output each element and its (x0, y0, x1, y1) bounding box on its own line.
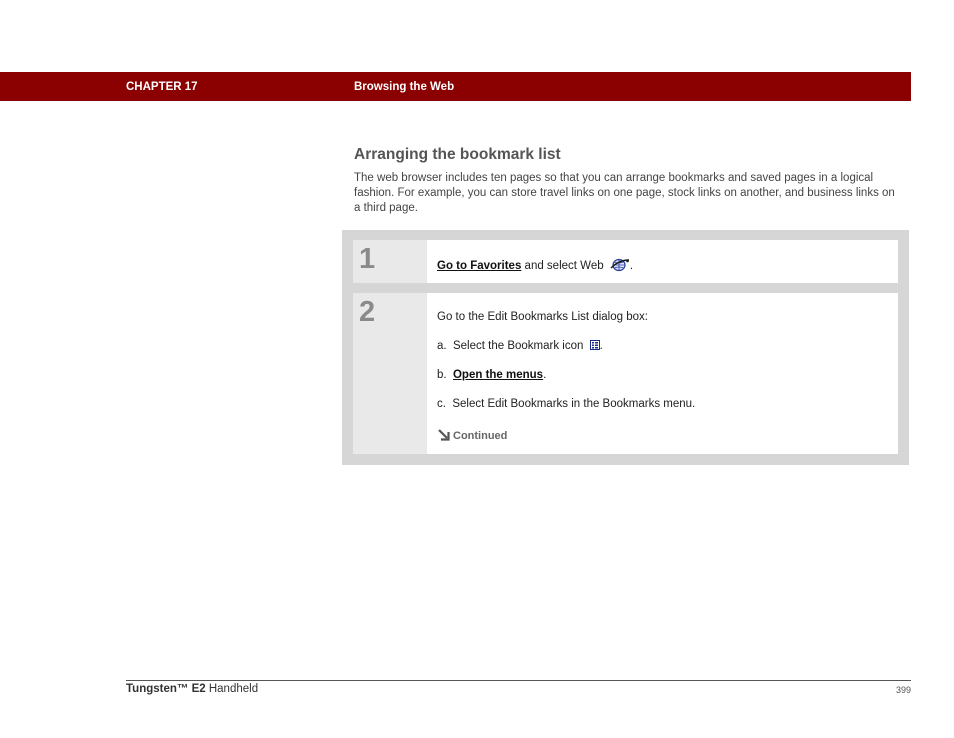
open-the-menus-link[interactable]: Open the menus (453, 369, 543, 381)
bookmark-icon (589, 340, 600, 350)
substep-a-period: . (599, 340, 603, 352)
continued-label: Continued (453, 430, 508, 442)
step-number: 2 (359, 296, 376, 328)
step-number-box: 1 (353, 240, 427, 283)
step-body: Go to the Edit Bookmarks List dialog box… (427, 293, 898, 454)
web-browser-icon (610, 258, 629, 272)
footer-product-bold: Tungsten™ E2 (126, 683, 206, 695)
substep-a-text: Select the Bookmark icon (452, 340, 584, 352)
step-2-intro: Go to the Edit Bookmarks List dialog box… (437, 311, 648, 323)
continued-indicator: Continued (437, 429, 507, 442)
section-intro: The web browser includes ten pages so th… (354, 172, 895, 214)
step-number-box: 2 (353, 293, 427, 454)
substep-marker: a. (437, 340, 447, 352)
substep-b: b. Open the menus. (437, 369, 546, 381)
arrow-down-right-icon (438, 429, 450, 441)
step-body: Go to Favorites and select Web . (427, 240, 898, 283)
substep-b-period: . (543, 369, 547, 381)
step-number: 1 (359, 243, 376, 275)
footer-product-name: Tungsten™ E2 Handheld (126, 683, 258, 695)
step-1: 1 Go to Favorites and select Web . (353, 240, 898, 283)
go-to-favorites-link[interactable]: Go to Favorites (437, 260, 521, 272)
step-2: 2 Go to the Edit Bookmarks List dialog b… (353, 293, 898, 454)
substep-c-text: Select Edit Bookmarks in the Bookmarks m… (452, 398, 696, 410)
steps-panel: 1 Go to Favorites and select Web . 2 Go … (342, 230, 909, 465)
step-1-instruction: Go to Favorites and select Web . (437, 258, 633, 272)
substep-marker: c. (437, 398, 446, 410)
footer-product-rest: Handheld (205, 683, 259, 695)
footer-rule (126, 680, 911, 681)
section-title: Arranging the bookmark list (354, 146, 561, 163)
substep-marker: b. (437, 369, 447, 381)
step-1-text: and select Web (521, 260, 604, 272)
substep-a: a. Select the Bookmark icon . (437, 340, 603, 352)
step-1-period: . (629, 260, 634, 272)
substep-c: c. Select Edit Bookmarks in the Bookmark… (437, 398, 695, 410)
chapter-header-bar: CHAPTER 17 Browsing the Web (0, 72, 911, 101)
chapter-title: Browsing the Web (354, 81, 455, 93)
page-number: 399 (895, 685, 911, 695)
chapter-label: CHAPTER 17 (126, 81, 198, 93)
